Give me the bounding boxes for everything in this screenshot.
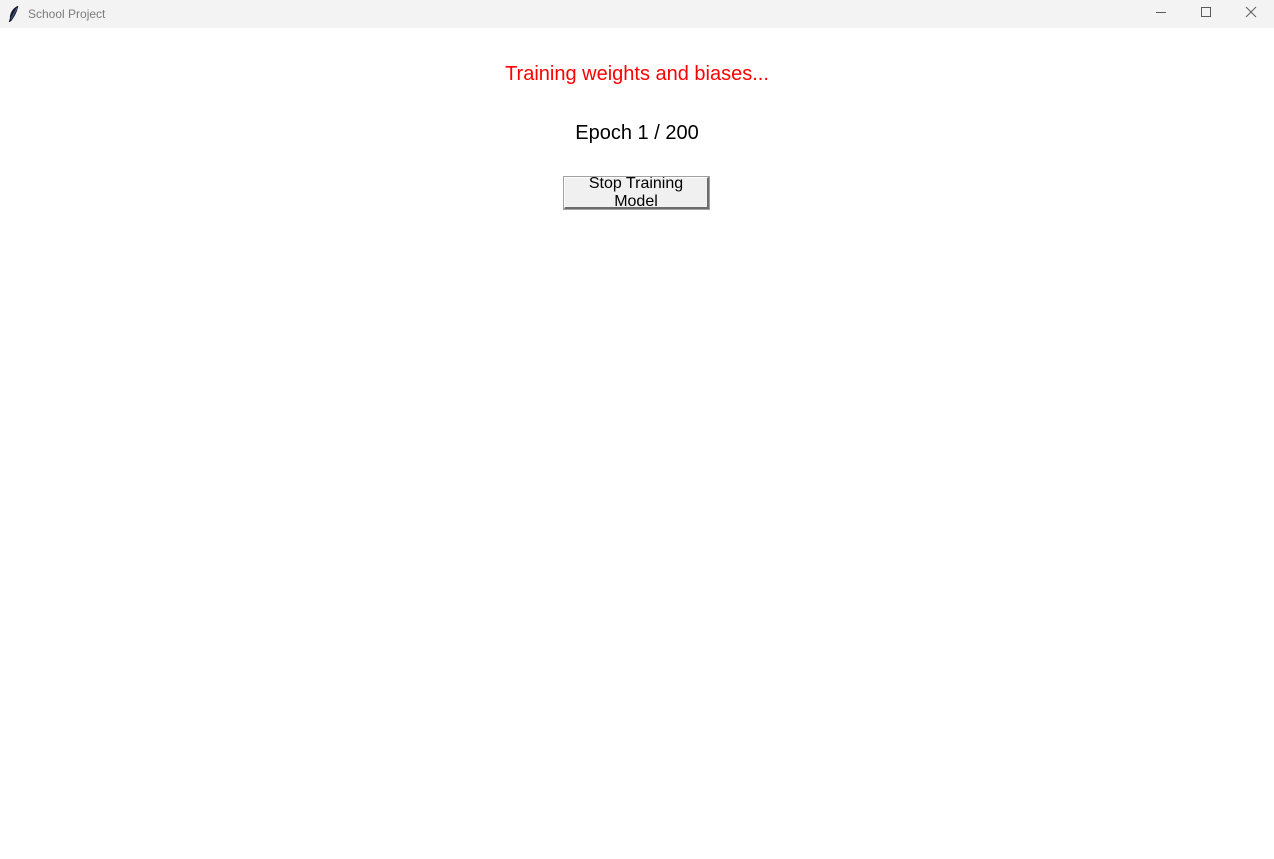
maximize-icon xyxy=(1200,5,1212,23)
training-status-label: Training weights and biases... xyxy=(505,63,769,85)
title-bar[interactable]: School Project xyxy=(0,0,1274,28)
feather-icon xyxy=(7,5,21,23)
main-content: Training weights and biases... Epoch 1 /… xyxy=(0,28,1274,859)
app-window: School Project Training weights and bias… xyxy=(0,0,1274,859)
close-icon xyxy=(1245,5,1257,23)
window-title: School Project xyxy=(28,7,106,21)
minimize-button[interactable] xyxy=(1138,0,1184,28)
maximize-button[interactable] xyxy=(1183,0,1229,28)
stop-training-button[interactable]: Stop Training Model xyxy=(563,175,710,210)
minimize-icon xyxy=(1155,5,1167,23)
epoch-counter-label: Epoch 1 / 200 xyxy=(575,122,699,144)
close-button[interactable] xyxy=(1228,0,1274,28)
